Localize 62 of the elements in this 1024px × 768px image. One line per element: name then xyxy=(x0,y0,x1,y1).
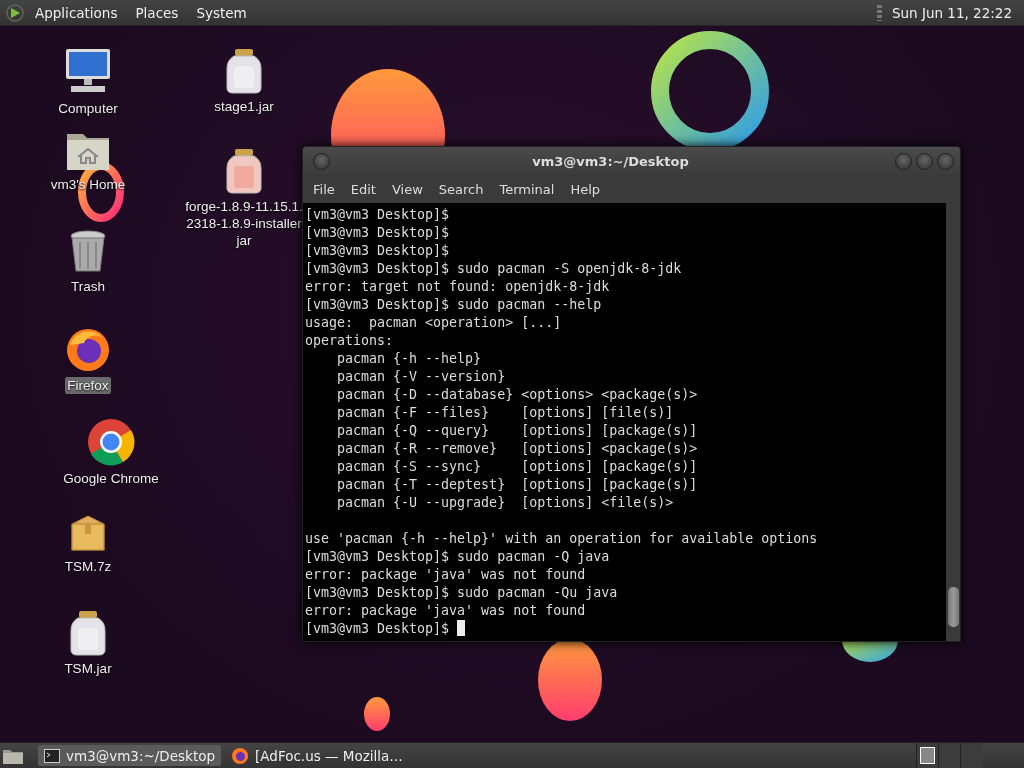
scrollbar-thumb[interactable] xyxy=(947,587,959,627)
jar-icon xyxy=(226,48,262,94)
window-title: vm3@vm3:~/Desktop xyxy=(531,153,690,169)
terminal-line: [vm3@vm3 Desktop]$ xyxy=(305,621,451,636)
icon-label[interactable]: Computer xyxy=(56,100,120,117)
terminal-icon xyxy=(44,748,60,763)
panel-menu[interactable]: Places xyxy=(128,2,186,23)
icon-label[interactable]: forge-1.8.9-11.15.1. 2318-1.8.9-installer jar xyxy=(183,198,305,249)
menu-item[interactable]: Terminal xyxy=(491,177,563,201)
menu-item[interactable]: File xyxy=(305,177,343,201)
terminal-line: [vm3@vm3 Desktop]$ xyxy=(305,206,451,224)
icon-label[interactable]: TSM.jar xyxy=(62,660,114,677)
menu-item[interactable]: Help xyxy=(562,177,609,201)
clock[interactable]: Sun Jun 11, 22:22 xyxy=(885,2,1018,23)
icon-label[interactable]: Google Chrome xyxy=(61,470,161,487)
terminal-line: pacman {-Q --query} [options] [package(s)] xyxy=(336,422,699,440)
text-cursor xyxy=(457,620,466,636)
menu-item[interactable]: Search xyxy=(430,177,492,201)
terminal-line: usage: pacman <operation> [...] xyxy=(305,314,563,332)
icon-label[interactable]: stage1.jar xyxy=(212,98,276,115)
jar-icon xyxy=(226,148,262,194)
maximize-button[interactable] xyxy=(916,152,933,170)
terminal-line: error: target not found: openjdk-8-jdk xyxy=(305,278,611,296)
logo-icon[interactable] xyxy=(6,3,24,22)
task-button[interactable]: vm3@vm3:~/Desktop xyxy=(38,745,222,766)
trash-icon xyxy=(68,230,108,274)
menu-item[interactable]: View xyxy=(383,177,431,201)
terminal-line: [vm3@vm3 Desktop]$ sudo pacman -S openjdk-8-jdk xyxy=(305,260,683,278)
terminal-line: pacman {-V --version} xyxy=(336,368,507,386)
wallpaper-circle xyxy=(363,696,391,732)
chrome-icon xyxy=(87,418,135,466)
panel-handle xyxy=(876,4,882,21)
minimize-button[interactable] xyxy=(895,152,912,170)
task-button[interactable]: [AdFoc.us — Mozilla… xyxy=(225,745,409,766)
terminal-line: pacman {-S --sync} [options] [package(s)] xyxy=(336,458,699,476)
terminal-line: pacman {-R --remove} [options] <package(s)> xyxy=(336,440,699,458)
panel-menu[interactable]: Applications xyxy=(28,2,125,23)
panel-menu[interactable]: System xyxy=(189,2,254,23)
workspace-button[interactable] xyxy=(916,743,938,768)
terminal-line: pacman {-h --help} xyxy=(336,350,483,368)
terminal-line: pacman {-D --database} <options> <package(s)> xyxy=(336,386,699,404)
terminal-line: pacman {-T --deptest} [options] [package(s)] xyxy=(336,476,699,494)
jar-icon xyxy=(70,610,106,656)
icon-label[interactable]: TSM.7z xyxy=(62,558,114,575)
terminal-line: [vm3@vm3 Desktop]$ sudo pacman -Qu java xyxy=(305,584,619,602)
terminal-line: error: package 'java' was not found xyxy=(305,602,587,620)
terminal-line: [vm3@vm3 Desktop]$ xyxy=(305,242,451,260)
close-button[interactable] xyxy=(937,152,954,170)
terminal-line: [vm3@vm3 Desktop]$ sudo pacman -Q java xyxy=(305,548,611,566)
icon-label[interactable]: Trash xyxy=(69,278,107,295)
terminal-line: [vm3@vm3 Desktop]$ sudo pacman --help xyxy=(305,296,603,314)
window-menu-button[interactable] xyxy=(313,152,330,170)
terminal-line: pacman {-U --upgrade} [options] <file(s)> xyxy=(336,494,675,512)
terminal-line: operations: xyxy=(305,332,395,350)
terminal-line: pacman {-F --files} [options] [file(s)] xyxy=(336,404,675,422)
firefox-icon xyxy=(231,746,250,765)
terminal-line: error: package 'java' was not found xyxy=(305,566,587,584)
terminal-line: use 'pacman {-h --help}' with an operation for available options xyxy=(305,530,819,548)
icon-label[interactable]: Firefox xyxy=(65,377,111,394)
menu-item[interactable]: Edit xyxy=(342,177,384,201)
terminal-line: [vm3@vm3 Desktop]$ xyxy=(305,224,451,242)
scrollbar[interactable] xyxy=(946,203,960,641)
